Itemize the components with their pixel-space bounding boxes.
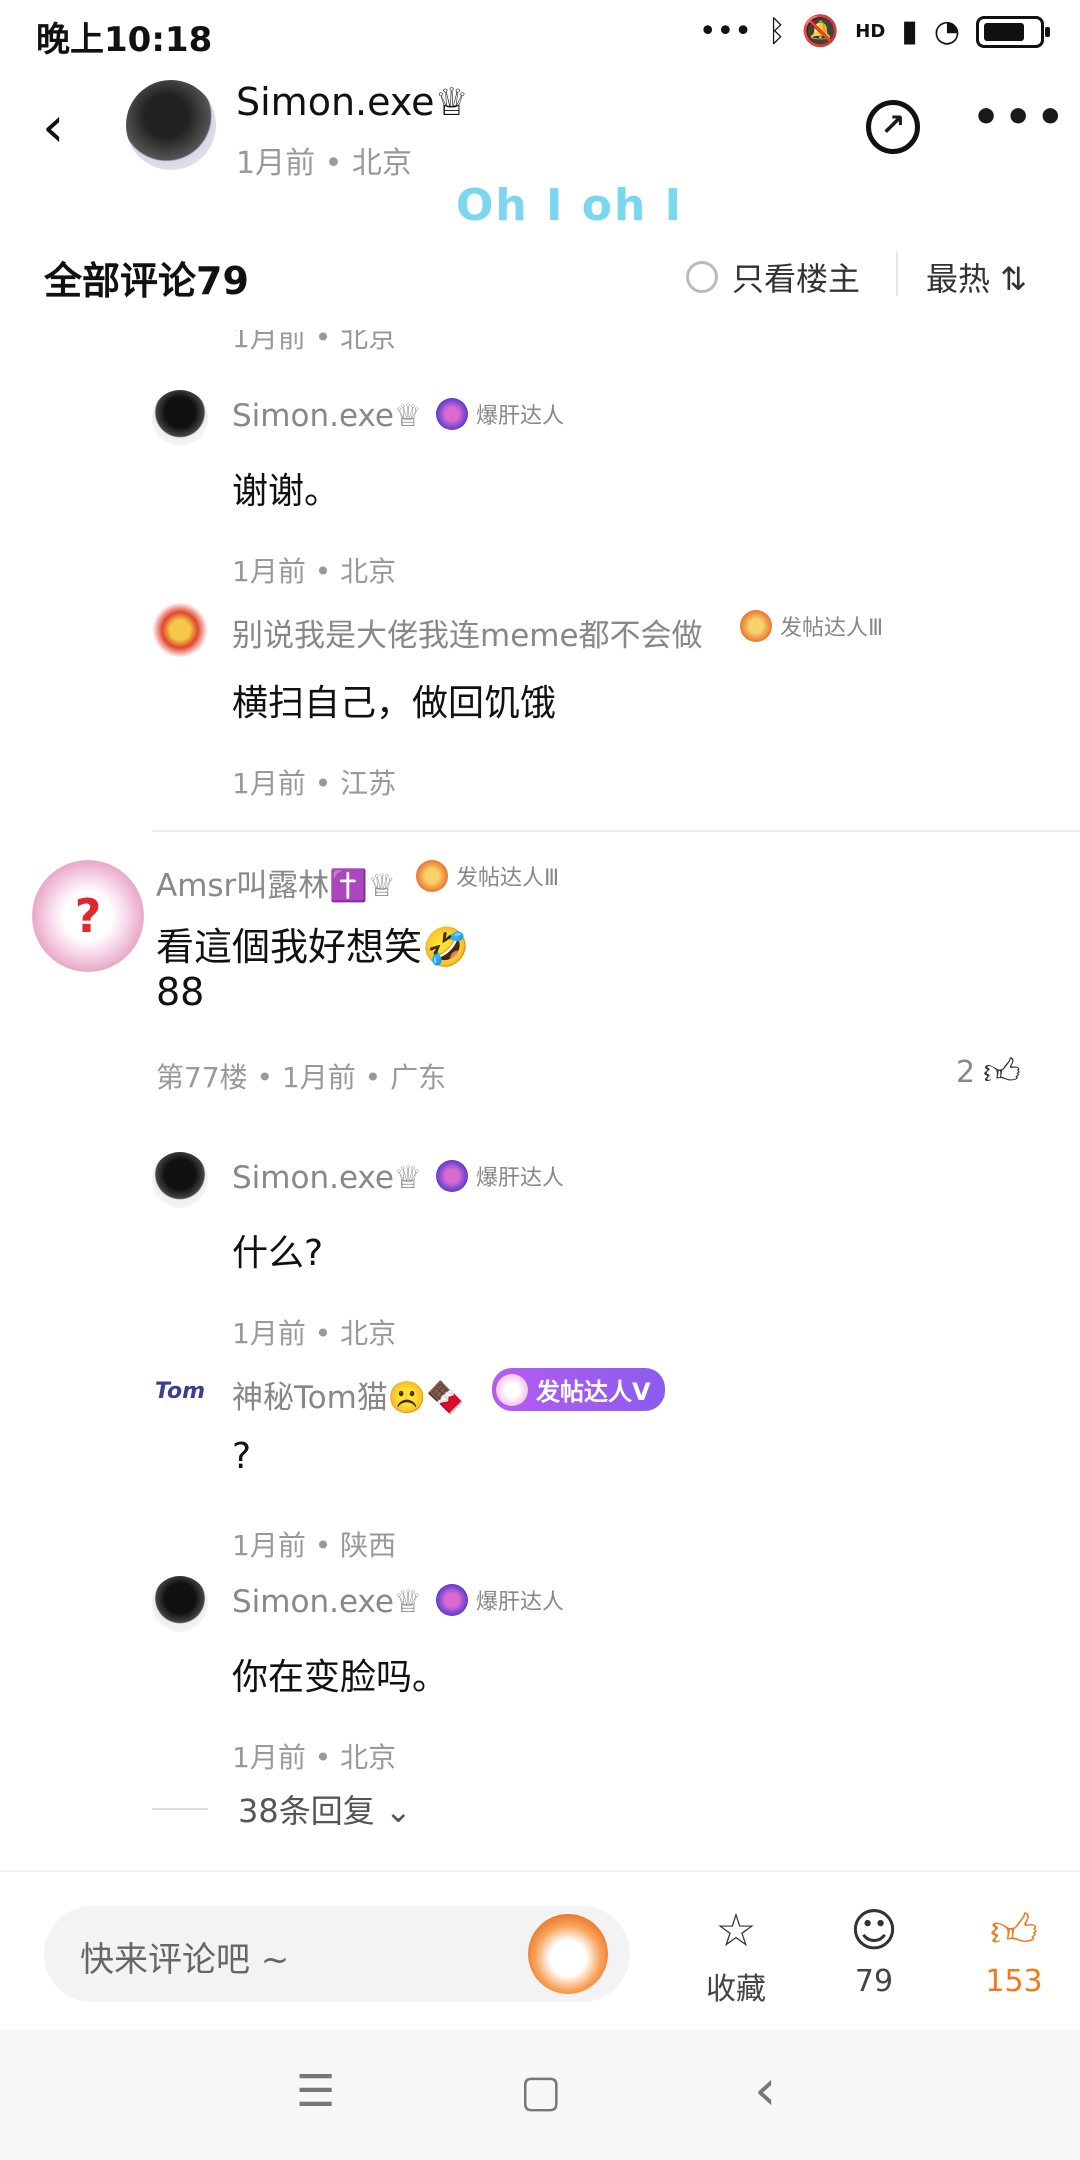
reply-text: 你在变脸吗。 [232, 1657, 449, 1698]
partial-meta: 1月前 • 北京 [232, 330, 397, 354]
author-name[interactable]: Simon.exe♕ [236, 80, 469, 124]
badge-label: 发帖达人Ⅴ [536, 1378, 651, 1406]
comment-input[interactable]: 快来评论吧 ~ [44, 1906, 630, 2002]
reply-username[interactable]: 神秘Tom猫☹️🍫 [232, 1372, 465, 1417]
badge-label: 爆肝达人 [476, 1166, 565, 1191]
comment-text-line1: 看這個我好想笑🤣 [156, 925, 470, 969]
status-time: 晚上10:18 [36, 20, 213, 60]
like-button[interactable]: 👍︎ 153 [964, 1902, 1064, 1999]
reply-meta: 1月前 • 北京 [232, 1317, 397, 1350]
system-navigation-bar: ☰ ▢ ‹ [0, 2030, 1080, 2160]
badge-label: 发帖达人Ⅲ [780, 616, 884, 641]
hd-signal-icon: HD [855, 21, 886, 42]
mute-icon: 🔕 [801, 14, 840, 49]
favorite-label: 收藏 [706, 1972, 766, 2007]
thumbs-up-icon: 👍︎ [989, 1903, 1039, 1957]
radio-icon[interactable] [686, 261, 718, 293]
user-badge: 发帖达人Ⅲ [740, 610, 883, 642]
user-badge: 爆肝达人 [436, 1584, 564, 1616]
post-header: ‹ Simon.exe♕ 1月前 • 北京 ↗ ••• [0, 64, 1080, 194]
home-icon[interactable]: ▢ [520, 2066, 562, 2117]
comment-meta: 第77楼 • 1月前 • 广东 [156, 1061, 447, 1094]
badge-icon [436, 1160, 468, 1192]
badge-label: 爆肝达人 [476, 404, 565, 429]
cell-signal-icon: ▮ [901, 14, 918, 49]
only-op-toggle[interactable]: 只看楼主 [686, 254, 860, 300]
comment-like-button[interactable]: 2 👍︎ [956, 1050, 1021, 1094]
bluetooth-icon: ᛒ [767, 14, 786, 49]
like-count: 2 [956, 1054, 976, 1090]
badge-icon [436, 1584, 468, 1616]
menu-icon[interactable]: ☰ [296, 2066, 335, 2117]
expand-replies-button[interactable]: 38条回复 ⌄ [152, 1786, 412, 1832]
only-op-label: 只看楼主 [732, 260, 861, 298]
reply-text: 谢谢。 [232, 471, 341, 512]
question-icon: ? [74, 889, 102, 943]
reply-avatar[interactable] [152, 1152, 208, 1208]
all-comments-label: 全部评论79 [44, 259, 249, 303]
commenter-username[interactable]: Amsr叫露林✝️♕ [156, 860, 396, 905]
comment-bubble-icon: ☺ [850, 1903, 898, 1957]
more-options-icon[interactable]: ••• [972, 92, 1068, 143]
reply-meta: 1月前 • 北京 [232, 1741, 397, 1774]
user-badge: 发帖达人Ⅴ [492, 1368, 665, 1411]
divider [152, 1808, 208, 1810]
comment-text-line2: 88 [156, 970, 205, 1014]
reply-avatar[interactable] [152, 602, 208, 658]
divider [896, 252, 898, 296]
comment-input-placeholder: 快来评论吧 ~ [80, 1940, 290, 1980]
back-icon[interactable]: ‹ [754, 2058, 776, 2123]
user-badge: 爆肝达人 [436, 1160, 564, 1192]
reply-text: 什么? [232, 1233, 324, 1274]
reply-text: 横扫自己，做回饥饿 [232, 683, 557, 724]
reply-username[interactable]: Simon.exe♕ [232, 1584, 422, 1620]
badge-icon [416, 860, 448, 892]
reply-avatar[interactable] [152, 390, 208, 446]
bottom-action-bar: 快来评论吧 ~ ☆ 收藏 ☺ 79 👍︎ 153 [0, 1870, 1080, 2030]
star-icon: ☆ [715, 1903, 757, 1957]
thumbs-up-icon[interactable]: 👍︎ [983, 1050, 1021, 1094]
banner-text: Oh I oh I [456, 180, 683, 231]
battery-icon [976, 15, 1050, 48]
reply-username[interactable]: Simon.exe♕ [232, 1160, 422, 1196]
badge-icon [496, 1373, 528, 1406]
comment-filter-bar: 全部评论79 只看楼主 最热 ⇅ [0, 240, 1080, 314]
comment-list[interactable]: 1月前 • 北京 Simon.exe♕ 爆肝达人 谢谢。 1月前 • 北京 别说… [0, 330, 1080, 1870]
comments-button[interactable]: ☺ 79 [824, 1902, 924, 1999]
wifi-icon: ◔ [933, 14, 960, 49]
badge-icon [740, 610, 772, 642]
favorite-button[interactable]: ☆ 收藏 [686, 1902, 786, 2008]
badge-label: 发帖达人Ⅲ [456, 866, 560, 891]
back-button[interactable]: ‹ [42, 100, 64, 156]
reply-username[interactable]: 别说我是大佬我连meme都不会做 [232, 610, 703, 655]
reply-meta: 1月前 • 北京 [232, 555, 397, 588]
status-bar: 晚上10:18 ••• ᛒ 🔕 HD ▮ ◔ [0, 0, 1080, 64]
signal-dots-icon: ••• [698, 14, 752, 49]
like-count: 153 [985, 1964, 1043, 1999]
reply-avatar[interactable] [152, 1576, 208, 1632]
badge-icon [436, 398, 468, 430]
user-badge: 爆肝达人 [436, 398, 564, 430]
sort-dropdown[interactable]: 最热 ⇅ [926, 254, 1027, 300]
user-badge: 发帖达人Ⅲ [416, 860, 559, 892]
comment-count: 79 [854, 1964, 894, 1999]
post-meta: 1月前 • 北京 [236, 146, 412, 181]
share-icon[interactable]: ↗ [866, 100, 920, 154]
author-avatar[interactable] [126, 80, 216, 170]
reply-avatar[interactable]: Tom [152, 1364, 208, 1420]
divider [152, 830, 1080, 832]
commenter-avatar[interactable]: ? [32, 860, 144, 972]
more-replies-label: 38条回复 ⌄ [238, 1792, 412, 1830]
reply-meta: 1月前 • 陕西 [232, 1529, 397, 1562]
reply-meta: 1月前 • 江苏 [232, 767, 397, 800]
emoji-mascot-icon[interactable] [528, 1914, 608, 1994]
reply-username[interactable]: Simon.exe♕ [232, 398, 422, 434]
reply-text: ? [232, 1436, 252, 1477]
status-icons: ••• ᛒ 🔕 HD ▮ ◔ [698, 14, 1050, 49]
badge-label: 爆肝达人 [476, 1590, 565, 1615]
